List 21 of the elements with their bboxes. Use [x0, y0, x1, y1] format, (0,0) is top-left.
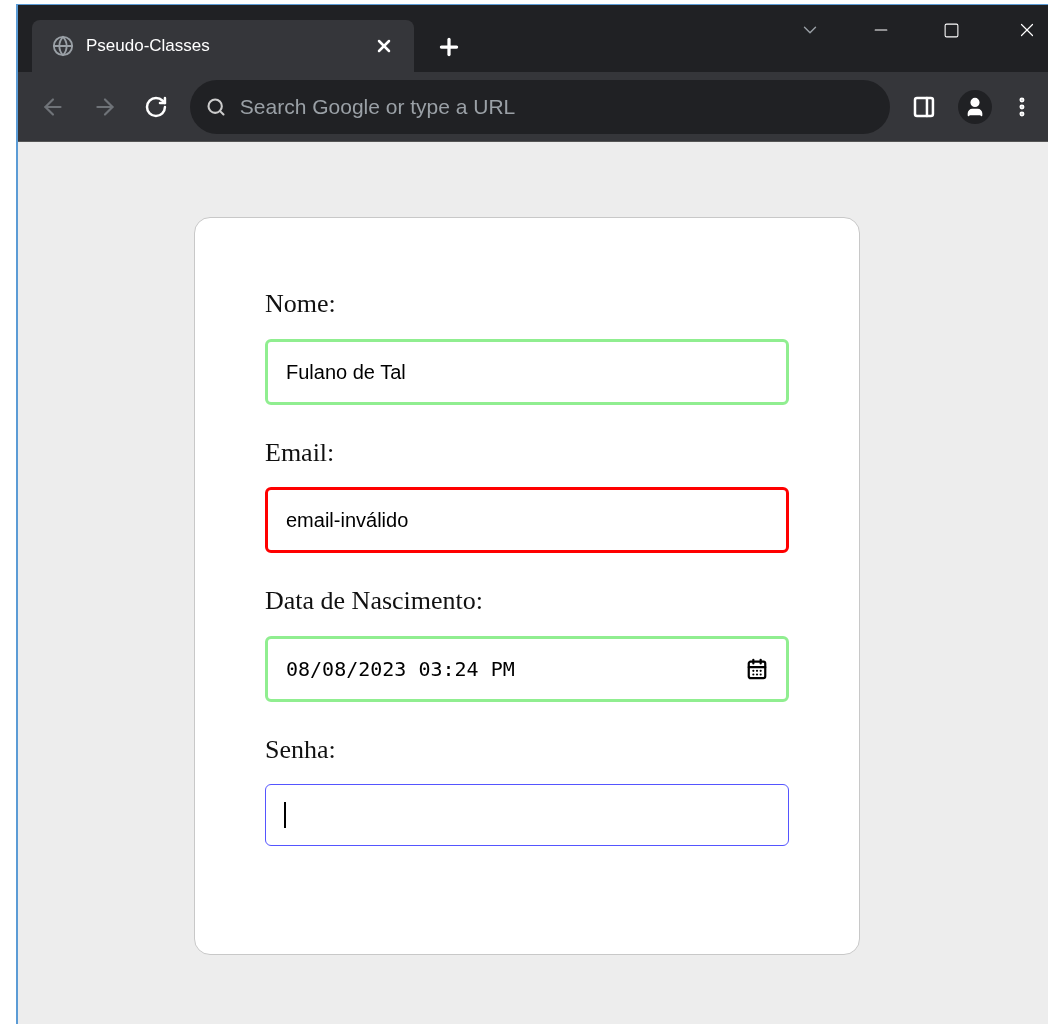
globe-icon	[52, 35, 74, 57]
password-field[interactable]	[265, 784, 789, 846]
calendar-icon[interactable]	[746, 657, 768, 680]
text-cursor-icon	[284, 802, 286, 828]
field-label: Email:	[265, 436, 335, 469]
field-label: Senha:	[265, 733, 336, 766]
omnibox-placeholder: Search Google or type a URL	[239, 93, 516, 120]
side-panel-icon[interactable]	[912, 94, 937, 119]
datetime-value: 08/08/2023 03:24 PM	[286, 655, 515, 683]
maximize-icon[interactable]	[943, 21, 960, 39]
omnibox[interactable]: Search Google or type a URL	[189, 79, 891, 134]
datetime-field[interactable]: 08/08/2023 03:24 PM	[265, 635, 789, 702]
profile-icon[interactable]	[958, 89, 993, 124]
browser-tab[interactable]: Pseudo-Classes	[32, 20, 414, 72]
input-field[interactable]: email-inválido	[265, 487, 789, 553]
field-label: Data de Nascimento:	[265, 585, 484, 617]
input-field[interactable]: Fulano de Tal	[265, 338, 789, 405]
field-label: Nome:	[265, 288, 336, 320]
tab-title: Pseudo-Classes	[86, 35, 211, 58]
reload-icon[interactable]	[143, 94, 168, 119]
search-icon	[205, 96, 226, 117]
